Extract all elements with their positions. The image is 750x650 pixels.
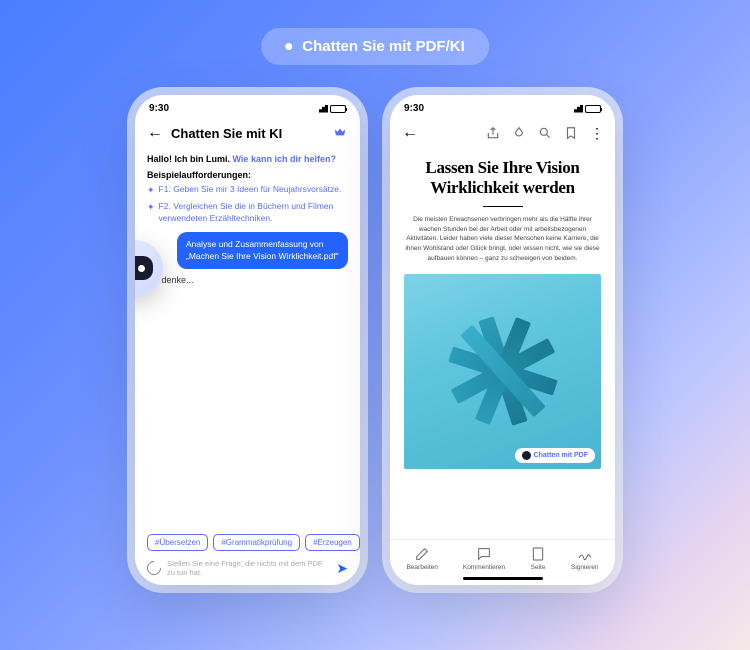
nav-edit[interactable]: Bearbeiten (406, 546, 437, 571)
back-button[interactable]: ← (402, 124, 418, 142)
signal-icon (316, 105, 328, 113)
prompt-item[interactable]: ✦F1. Geben Sie mir 3 Ideen für Neujahrsv… (147, 184, 348, 196)
sparkle-icon: ✦ (147, 201, 155, 224)
page-icon (530, 546, 546, 562)
nav-page[interactable]: Seite (530, 546, 546, 571)
doc-paragraph: Die meisten Erwachsenen verbringen mehr … (404, 215, 601, 264)
header-title: Chatten Sie mit KI (171, 126, 324, 141)
suggestion-chips: #Übersetzen #Grammatikprüfung #Erzeugen … (135, 534, 360, 555)
sign-icon (577, 546, 593, 562)
doc-header: ← ⋮ (390, 118, 615, 148)
phone-chat: 9:30 ← Chatten Sie mit KI Hallo! Ich bin… (135, 95, 360, 585)
droplet-icon[interactable] (512, 126, 526, 140)
nav-sign[interactable]: Signieren (571, 546, 598, 571)
greeting: Hallo! Ich bin Lumi. Wie kann ich dir he… (147, 154, 348, 164)
search-icon[interactable] (538, 126, 552, 140)
battery-icon (585, 105, 601, 113)
chip-translate[interactable]: #Übersetzen (147, 534, 208, 551)
chip-generate[interactable]: #Erzeugen (305, 534, 360, 551)
back-button[interactable]: ← (147, 124, 163, 142)
bottom-nav: Bearbeiten Kommentieren Seite Signieren (390, 539, 615, 575)
chat-with-pdf-button[interactable]: Chatten mit PDF (515, 448, 595, 463)
status-bar: 9:30 (390, 95, 615, 118)
battery-icon (330, 105, 346, 113)
input-row: Stellen Sie eine Frage, die nichts mit d… (135, 555, 360, 585)
nav-comment[interactable]: Kommentieren (463, 546, 505, 571)
doc-image: Chatten mit PDF (404, 274, 601, 469)
chat-input[interactable]: Stellen Sie eine Frage, die nichts mit d… (167, 559, 330, 577)
chat-body: Hallo! Ich bin Lumi. Wie kann ich dir he… (135, 148, 360, 534)
status-bar: 9:30 (135, 95, 360, 118)
status-time: 9:30 (404, 103, 424, 114)
refresh-icon[interactable] (144, 558, 164, 578)
bookmark-icon[interactable] (564, 126, 578, 140)
pill-label: Chatten Sie mit PDF/KI (302, 38, 465, 55)
home-indicator[interactable] (463, 577, 543, 580)
user-message: Analyse und Zusammenfassung von „Machen … (177, 232, 348, 269)
more-icon[interactable]: ⋮ (590, 125, 603, 142)
prompts-label: Beispielaufforderungen: (147, 170, 348, 180)
crown-icon[interactable] (332, 126, 348, 140)
chat-header: ← Chatten Sie mit KI (135, 118, 360, 148)
chip-grammar[interactable]: #Grammatikprüfung (213, 534, 300, 551)
status-time: 9:30 (149, 103, 169, 114)
doc-body[interactable]: Lassen Sie Ihre Vision Wirklichkeit werd… (390, 148, 615, 539)
send-button[interactable]: ➤ (336, 560, 348, 577)
share-icon[interactable] (486, 126, 500, 140)
phone-document: 9:30 ← ⋮ Lassen Sie Ihre Vision Wirklich… (390, 95, 615, 585)
signal-icon (571, 105, 583, 113)
thinking-text: Ich denke... (147, 275, 348, 285)
prompt-item[interactable]: ✦F2. Vergleichen Sie die in Büchern und … (147, 201, 348, 224)
feature-pill: Chatten Sie mit PDF/KI (261, 28, 489, 65)
sparkle-icon: ✦ (147, 184, 155, 196)
doc-title: Lassen Sie Ihre Vision Wirklichkeit werd… (404, 158, 601, 207)
comment-icon (476, 546, 492, 562)
edit-icon (414, 546, 430, 562)
